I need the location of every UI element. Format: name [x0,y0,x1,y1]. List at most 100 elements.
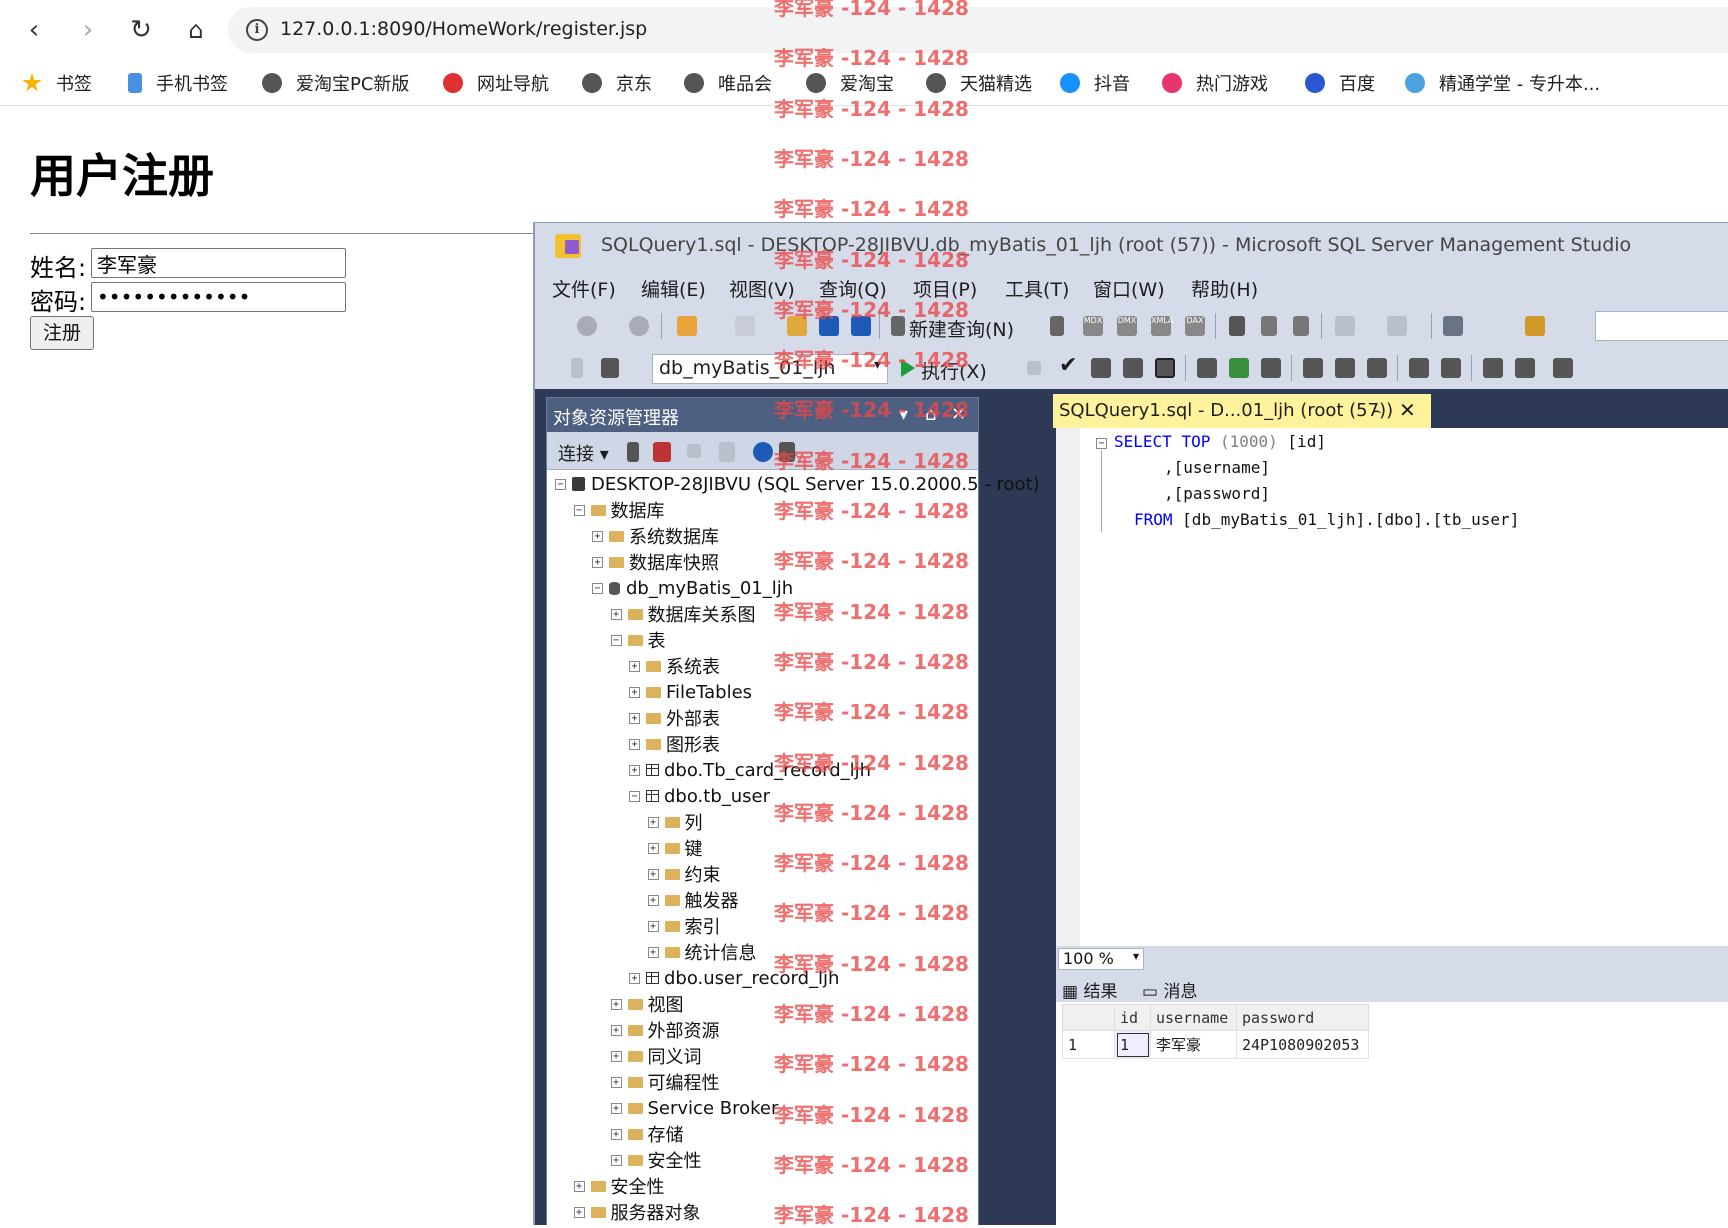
expand-icon[interactable]: + [629,764,640,776]
bookmark-item[interactable]: 百度 [1305,68,1375,98]
name-input[interactable] [91,248,346,278]
expand-icon[interactable]: + [610,1154,622,1166]
tree-node[interactable]: + 数据库关系图 [610,602,756,626]
bookmark-item[interactable]: 爱淘宝PC新版 [262,68,409,98]
tree-node[interactable]: + 统计信息 [647,940,757,964]
tree-node[interactable]: + 视图 [610,992,684,1016]
forward-nav-icon[interactable] [629,316,649,336]
query-designer-icon[interactable] [1123,358,1143,378]
grid-column-header[interactable] [1062,1004,1115,1031]
disconnect-icon[interactable] [653,442,671,462]
results-to-text-icon[interactable] [1303,358,1323,378]
back-nav-icon[interactable] [577,316,597,336]
refresh-icon[interactable] [753,442,773,462]
live-stats-icon[interactable] [1229,358,1249,378]
tree-node[interactable]: − 数据库 [573,498,665,522]
tree-node[interactable]: + FileTables [629,680,752,704]
bookmark-item[interactable]: 手机书签 [128,68,228,98]
tree-node[interactable]: + 可编程性 [610,1070,720,1094]
grid-cell[interactable]: 24P1080902053 [1236,1030,1369,1059]
dmx-query-icon[interactable]: DMX [1117,316,1137,336]
expand-icon[interactable]: + [629,738,640,750]
client-stats-icon[interactable] [1261,358,1281,378]
expand-icon[interactable]: + [647,842,659,854]
paste-icon[interactable] [1293,316,1309,336]
activity-monitor-icon[interactable] [1443,316,1463,336]
collapse-icon[interactable]: − [1096,438,1107,449]
results-grid-icon[interactable] [1335,358,1355,378]
bookmark-item[interactable]: 网址导航 [443,68,549,98]
close-tab-icon[interactable]: ✕ [1399,398,1416,422]
expand-icon[interactable]: + [610,608,622,620]
dax-query-icon[interactable]: DAX [1185,316,1205,336]
expand-icon[interactable]: + [573,1206,585,1218]
expand-icon[interactable]: + [610,1024,622,1036]
change-connection-icon[interactable] [601,358,619,378]
collapse-icon[interactable]: − [573,504,585,516]
expand-icon[interactable]: + [629,660,640,672]
parse-check-icon[interactable]: ✔ [1059,353,1077,378]
address-url[interactable]: 127.0.0.1:8090/HomeWork/register.jsp [280,18,647,40]
expand-icon[interactable]: + [647,920,659,932]
expand-icon[interactable]: + [647,816,659,828]
tree-node[interactable]: + 图形表 [629,732,720,756]
register-button[interactable]: 注册 [30,316,94,350]
connect-button[interactable]: 连接 ▾ [558,440,609,466]
connect-plug-icon[interactable] [627,442,639,462]
results-to-grid-icon[interactable] [1155,358,1175,378]
tree-node[interactable]: + 服务器对象 [573,1200,701,1224]
expand-icon[interactable]: + [610,1102,622,1114]
site-info-icon[interactable]: i [246,19,268,41]
tree-node[interactable]: + 安全性 [610,1148,702,1172]
expand-icon[interactable]: + [647,868,659,880]
tree-node[interactable]: + 安全性 [573,1174,665,1198]
menu-tools[interactable]: 工具(T) [1005,275,1069,302]
bookmark-item[interactable]: 书签 [22,68,92,98]
undo-icon[interactable] [1335,316,1355,336]
stop-icon[interactable] [1027,361,1041,375]
grid-column-header[interactable]: password [1236,1004,1369,1031]
tree-node[interactable]: + 列 [647,810,703,834]
toolbar-search-input[interactable] [1595,311,1728,341]
expand-icon[interactable]: + [592,556,603,568]
collapse-icon[interactable]: − [555,478,566,490]
include-plan-icon[interactable] [1197,358,1217,378]
pin-tab-icon[interactable]: ⌢ [1371,401,1382,421]
bookmark-item[interactable]: 京东 [582,68,652,98]
grid-column-header[interactable]: username [1150,1004,1237,1031]
expand-icon[interactable]: + [647,946,659,958]
tab-results[interactable]: ▦ 结果 [1062,977,1117,1002]
tree-node[interactable]: + 触发器 [647,888,739,912]
bookmark-item[interactable]: 精通学堂 - 专升本... [1405,68,1600,98]
menu-edit[interactable]: 编辑(E) [641,275,706,302]
find-icon[interactable] [1525,316,1545,336]
collapse-icon[interactable]: − [629,790,640,802]
tree-node[interactable]: + 索引 [647,914,721,938]
results-file-icon[interactable] [1367,358,1387,378]
bookmark-item[interactable]: 唯品会 [684,68,772,98]
connect-icon[interactable] [571,358,583,378]
mdx-query-icon[interactable]: MDX [1083,316,1103,336]
back-icon[interactable]: ‹ [16,12,52,48]
tree-node[interactable]: + Service Broker [610,1096,778,1120]
tree-node[interactable]: − dbo.tb_user [629,784,770,808]
grid-cell[interactable]: 李军豪 [1150,1030,1237,1059]
estimated-plan-icon[interactable] [1091,358,1111,378]
redo-icon[interactable] [1387,316,1407,336]
copy-icon[interactable] [1261,316,1277,336]
decrease-indent-icon[interactable] [1483,358,1503,378]
tree-node[interactable]: − db_myBatis_01_ljh [592,576,793,600]
specify-values-icon[interactable] [1553,358,1573,378]
comment-icon[interactable] [1409,358,1429,378]
uncomment-icon[interactable] [1441,358,1461,378]
password-input[interactable] [91,282,346,312]
tree-node[interactable]: + 键 [647,836,703,860]
menu-file[interactable]: 文件(F) [552,275,616,302]
tab-query-editor[interactable]: SQLQuery1.sql - D...01_ljh (root (57)) ⌢… [1053,394,1431,428]
expand-icon[interactable]: + [592,530,603,542]
bookmark-item[interactable]: 抖音 [1060,68,1130,98]
grid-cell[interactable]: 1 [1062,1030,1115,1059]
filter-icon[interactable] [719,442,735,462]
expand-icon[interactable]: + [647,894,659,906]
tree-node[interactable]: + 同义词 [610,1044,702,1068]
